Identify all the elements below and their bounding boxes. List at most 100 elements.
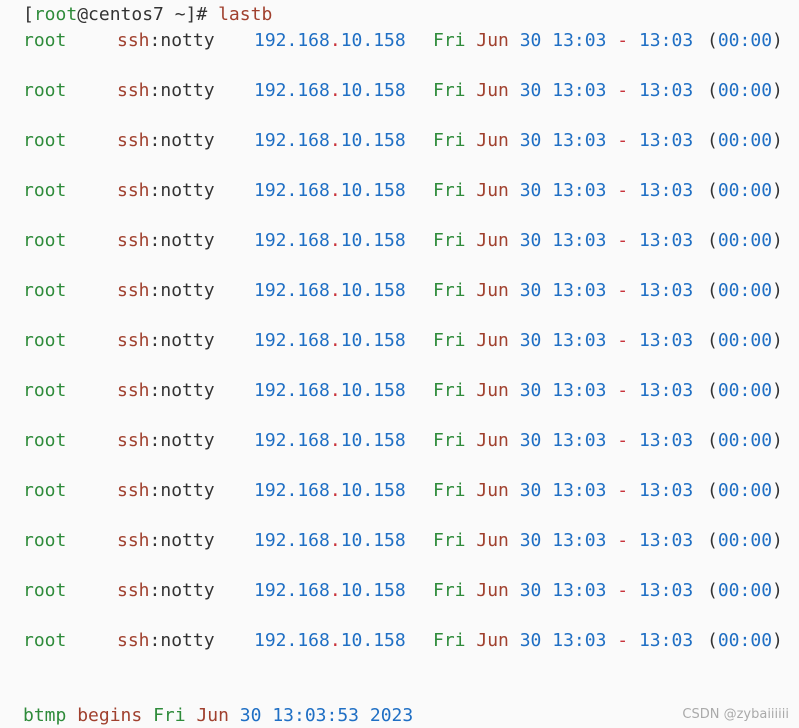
footer-time: 13:03:53 (272, 705, 360, 726)
entry-ip-b: 10.158 (340, 430, 406, 451)
entry-ip-dot: . (329, 380, 341, 401)
entry-user: root (23, 330, 67, 351)
entry-start: 13:03 (552, 380, 607, 401)
entry-day: Fri (433, 230, 466, 251)
entry-month: Jun (476, 180, 509, 201)
entry-date: 30 (519, 180, 542, 201)
entry-user: root (23, 430, 67, 451)
entry-datetime: Fri Jun 30 13:03 - 13:03 (433, 230, 693, 252)
entry-ip-a: 192.168 (254, 230, 330, 251)
entry-tty: ssh:notty (117, 130, 215, 152)
entry-day: Fri (433, 180, 466, 201)
entry-ip-b: 10.158 (340, 230, 406, 251)
entry-month: Jun (476, 630, 509, 651)
entry-tty-rest: :notty (149, 430, 215, 451)
entry-ip-a: 192.168 (254, 430, 330, 451)
entry-ip-a: 192.168 (254, 130, 330, 151)
entry-tty: ssh:notty (117, 530, 215, 552)
footer-date: 30 (239, 705, 262, 726)
entry-ip-dot: . (329, 30, 341, 51)
entry-month: Jun (476, 30, 509, 51)
entry-end: 13:03 (638, 30, 694, 51)
entry-ip-dot: . (329, 330, 341, 351)
entry-duration: (00:00) (707, 80, 783, 101)
entry-start: 13:03 (552, 30, 607, 51)
entry-tty-rest: :notty (149, 130, 215, 151)
entry-day: Fri (433, 480, 466, 501)
entry-tty: ssh:notty (117, 580, 215, 602)
table-row: root ssh:notty 192.168.10.158 Fri Jun 30 13… (0, 30, 799, 52)
entry-duration: (00:00) (707, 30, 783, 51)
entry-ip: 192.168.10.158 (254, 230, 406, 252)
entry-datetime: Fri Jun 30 13:03 - 13:03 (433, 380, 693, 402)
entry-user: root (23, 280, 67, 301)
entry-sep: - (617, 480, 629, 501)
table-row: root ssh:notty 192.168.10.158 Fri Jun 30 13… (0, 530, 799, 552)
entry-ip-b: 10.158 (340, 130, 406, 151)
entry-tty-proto: ssh (117, 580, 150, 601)
entry-start: 13:03 (552, 480, 607, 501)
entry-month: Jun (476, 330, 509, 351)
entry-start: 13:03 (552, 630, 607, 651)
entry-end: 13:03 (638, 330, 694, 351)
entry-tty: ssh:notty (117, 180, 215, 202)
table-row: root ssh:notty 192.168.10.158 Fri Jun 30 13… (0, 430, 799, 452)
entry-sep: - (617, 630, 629, 651)
footer-word2: begins (77, 705, 143, 726)
entry-tty-proto: ssh (117, 530, 150, 551)
entry-user: root (23, 380, 67, 401)
entry-ip-a: 192.168 (254, 80, 330, 101)
entry-ip-dot: . (329, 580, 341, 601)
entry-start: 13:03 (552, 530, 607, 551)
entry-tty-rest: :notty (149, 30, 215, 51)
entry-ip-dot: . (329, 180, 341, 201)
entry-sep: - (617, 130, 629, 151)
entry-tty-rest: :notty (149, 80, 215, 101)
entry-datetime: Fri Jun 30 13:03 - 13:03 (433, 130, 693, 152)
entry-datetime: Fri Jun 30 13:03 - 13:03 (433, 180, 693, 202)
entry-end: 13:03 (638, 630, 694, 651)
entry-day: Fri (433, 530, 466, 551)
entry-end: 13:03 (638, 530, 694, 551)
entry-end: 13:03 (638, 230, 694, 251)
entry-ip: 192.168.10.158 (254, 630, 406, 652)
entry-ip-dot: . (329, 80, 341, 101)
table-row: root ssh:notty 192.168.10.158 Fri Jun 30 13… (0, 330, 799, 352)
entry-user: root (23, 580, 67, 601)
entry-day: Fri (433, 630, 466, 651)
table-row: root ssh:notty 192.168.10.158 Fri Jun 30 13… (0, 280, 799, 302)
entry-ip-dot: . (329, 530, 341, 551)
table-row: root ssh:notty 192.168.10.158 Fri Jun 30 13… (0, 80, 799, 102)
entry-ip-dot: . (329, 230, 341, 251)
command-prompt-line: [root@centos7 ~]# lastb (23, 4, 272, 26)
entry-datetime: Fri Jun 30 13:03 - 13:03 (433, 330, 693, 352)
entry-user: root (23, 230, 67, 251)
entry-day: Fri (433, 30, 466, 51)
entry-day: Fri (433, 430, 466, 451)
entry-datetime: Fri Jun 30 13:03 - 13:03 (433, 30, 693, 52)
entry-end: 13:03 (638, 430, 694, 451)
entry-tty-rest: :notty (149, 180, 215, 201)
entry-sep: - (617, 180, 629, 201)
table-row: root ssh:notty 192.168.10.158 Fri Jun 30 13… (0, 230, 799, 252)
entry-ip-a: 192.168 (254, 180, 330, 201)
entry-duration: (00:00) (707, 580, 783, 601)
entry-sep: - (617, 330, 629, 351)
entry-datetime: Fri Jun 30 13:03 - 13:03 (433, 280, 693, 302)
entry-start: 13:03 (552, 280, 607, 301)
entry-user: root (23, 630, 67, 651)
entry-ip: 192.168.10.158 (254, 380, 406, 402)
entry-month: Jun (476, 80, 509, 101)
entry-duration: (00:00) (707, 230, 783, 251)
entry-ip-b: 10.158 (340, 530, 406, 551)
table-row: root ssh:notty 192.168.10.158 Fri Jun 30 13… (0, 630, 799, 652)
table-row: root ssh:notty 192.168.10.158 Fri Jun 30 13… (0, 580, 799, 602)
entry-end: 13:03 (638, 280, 694, 301)
entry-ip-b: 10.158 (340, 80, 406, 101)
entry-datetime: Fri Jun 30 13:03 - 13:03 (433, 80, 693, 102)
footer-month: Jun (196, 705, 229, 726)
entry-ip: 192.168.10.158 (254, 530, 406, 552)
entry-day: Fri (433, 380, 466, 401)
entry-ip-a: 192.168 (254, 30, 330, 51)
entry-date: 30 (519, 380, 542, 401)
